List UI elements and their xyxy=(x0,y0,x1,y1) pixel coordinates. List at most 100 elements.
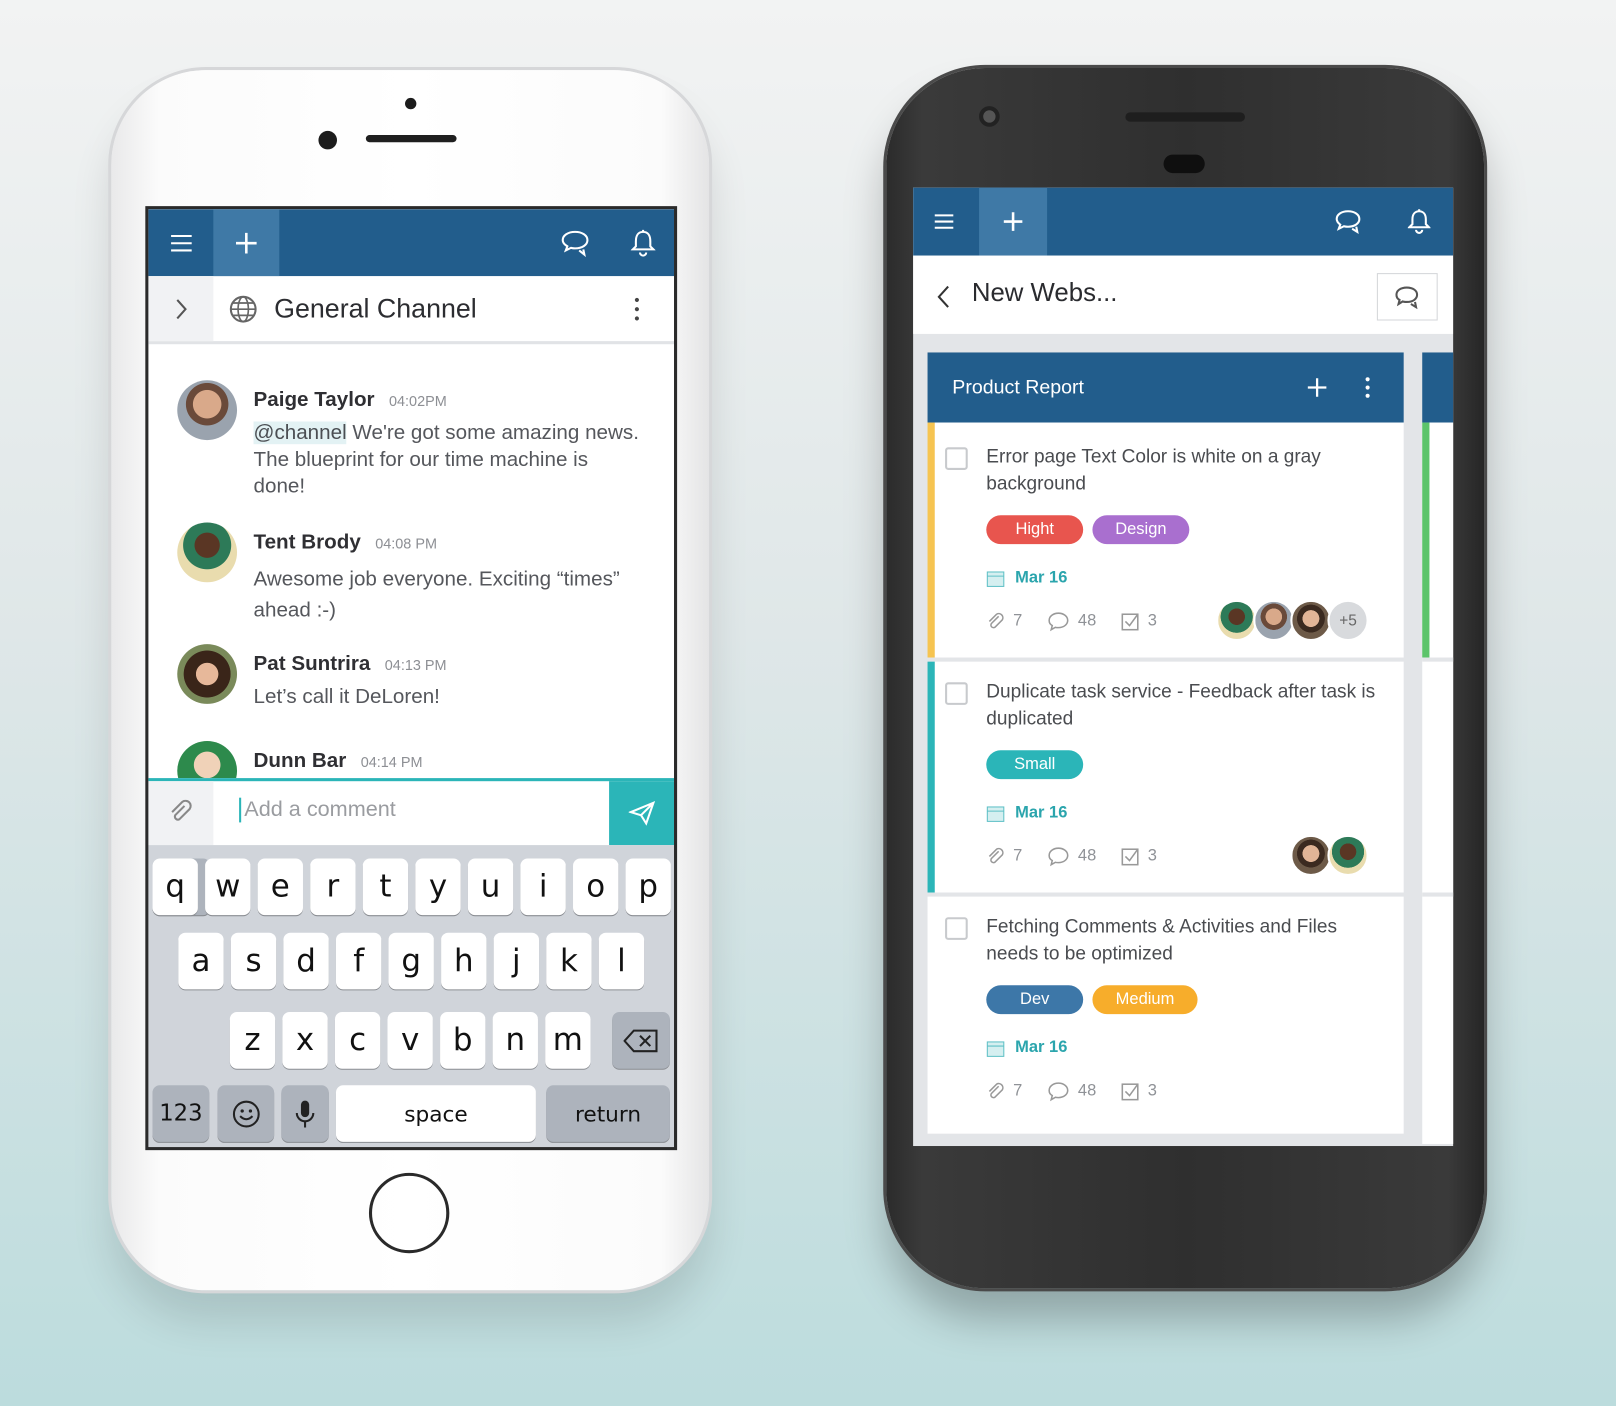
task-title: Fetching Comments & Activities and Files… xyxy=(986,915,1338,964)
task-card[interactable]: Duplicate task service - Feedback after … xyxy=(927,661,1404,893)
key-o[interactable]: o xyxy=(573,858,619,916)
key-m[interactable]: m xyxy=(545,1012,591,1069)
task-card[interactable]: Error page Text Color is white on a gray… xyxy=(927,422,1404,658)
calendar-icon xyxy=(986,571,1005,587)
delete-key[interactable] xyxy=(612,1012,670,1069)
send-button[interactable] xyxy=(609,781,675,846)
attachment-count: 7 xyxy=(1013,847,1023,865)
key-t[interactable]: t xyxy=(362,858,409,916)
key-u[interactable]: u xyxy=(467,858,514,916)
comment-icon xyxy=(1048,612,1069,632)
assignee-avatar[interactable] xyxy=(1216,599,1258,642)
channel-more-button[interactable] xyxy=(627,295,648,324)
sender-name[interactable]: Pat Suntrira xyxy=(254,652,371,675)
assignee-avatar[interactable] xyxy=(1290,599,1332,642)
avatar xyxy=(177,644,238,704)
attach-button[interactable] xyxy=(148,781,214,846)
task-checkbox[interactable] xyxy=(945,917,968,940)
subtask-count: 3 xyxy=(1147,612,1157,630)
chat-button[interactable] xyxy=(550,209,602,276)
key-h[interactable]: h xyxy=(441,932,487,990)
subtask-count: 3 xyxy=(1147,1082,1157,1100)
key-i[interactable]: i xyxy=(520,858,566,916)
iphone-sensor xyxy=(405,97,417,110)
assignee-avatar[interactable] xyxy=(1327,834,1369,877)
return-key[interactable]: return xyxy=(546,1085,670,1142)
comment-count: 48 xyxy=(1077,612,1097,630)
key-n[interactable]: n xyxy=(492,1012,538,1069)
avatar xyxy=(177,522,238,583)
key-z[interactable]: z xyxy=(229,1012,276,1069)
android-speaker xyxy=(1125,112,1245,122)
add-card-icon[interactable] xyxy=(1307,377,1328,398)
sender-name[interactable]: Dunn Bar xyxy=(254,749,347,772)
message-time: 04:08 PM xyxy=(375,534,437,552)
sender-name[interactable]: Tent Brody xyxy=(254,531,361,554)
key-f[interactable]: f xyxy=(335,932,382,990)
column-more-button[interactable] xyxy=(1365,377,1371,398)
due-date: Mar 16 xyxy=(1015,568,1068,587)
column-header: Product Report xyxy=(927,352,1404,423)
add-button[interactable] xyxy=(979,187,1048,256)
task-card[interactable]: Fetching Comments & Activities and Files… xyxy=(927,896,1404,1134)
assignee-avatar[interactable] xyxy=(1290,834,1332,877)
key-d[interactable]: d xyxy=(283,932,329,990)
assignee-avatar[interactable] xyxy=(1253,599,1295,642)
channel-mention[interactable]: @channel xyxy=(253,421,347,445)
key-b[interactable]: b xyxy=(440,1012,486,1069)
key-k[interactable]: k xyxy=(546,932,592,990)
key-w[interactable]: w xyxy=(205,858,251,916)
menu-button[interactable] xyxy=(913,188,975,256)
iphone-camera xyxy=(318,130,338,150)
add-button[interactable] xyxy=(213,209,280,277)
key-j[interactable]: j xyxy=(493,932,540,990)
message-time: 04:02PM xyxy=(389,392,447,410)
key-v[interactable]: v xyxy=(387,1012,433,1069)
priority-stripe xyxy=(927,661,935,893)
key-s[interactable]: s xyxy=(230,932,277,990)
key-y[interactable]: y xyxy=(415,858,461,916)
notifications-button[interactable] xyxy=(617,209,669,276)
channel-header: General Channel xyxy=(148,276,675,345)
hamburger-icon xyxy=(170,234,192,251)
tag: Dev xyxy=(986,985,1084,1015)
paperclip-icon xyxy=(988,612,1004,629)
key-a[interactable]: a xyxy=(178,932,224,990)
home-button[interactable] xyxy=(368,1172,450,1254)
message-list: Paige Taylor 04:02PM @channel We're got s… xyxy=(148,347,674,779)
key-q[interactable]: q xyxy=(152,858,198,916)
key-p[interactable]: p xyxy=(625,858,671,916)
priority-stripe xyxy=(927,422,935,658)
menu-button[interactable] xyxy=(148,209,213,276)
sender-name[interactable]: Paige Taylor xyxy=(254,389,375,412)
message-time: 04:13 PM xyxy=(384,656,447,673)
comment-input[interactable]: Add a comment xyxy=(239,797,396,823)
dictation-key[interactable] xyxy=(281,1085,329,1142)
back-chevron-icon[interactable] xyxy=(936,284,950,309)
project-chat-button[interactable] xyxy=(1376,273,1438,321)
paperclip-icon xyxy=(988,1082,1004,1099)
task-checkbox[interactable] xyxy=(945,682,968,705)
channel-title: General Channel xyxy=(274,292,477,324)
task-checkbox[interactable] xyxy=(945,447,968,470)
key-e[interactable]: e xyxy=(257,858,303,916)
calendar-icon xyxy=(986,806,1005,822)
project-header: New Webs... xyxy=(913,255,1454,334)
emoji-key[interactable] xyxy=(217,1085,275,1142)
calendar-icon xyxy=(986,1041,1005,1057)
expand-sidebar-button[interactable] xyxy=(148,276,214,342)
more-assignees-badge[interactable]: +5 xyxy=(1327,599,1369,642)
space-key[interactable]: space xyxy=(335,1085,536,1142)
tag: Hight xyxy=(986,515,1084,545)
task-title: Error page Text Color is white on a gray… xyxy=(986,445,1321,494)
next-column-header[interactable] xyxy=(1422,352,1454,423)
key-g[interactable]: g xyxy=(388,932,434,990)
key-x[interactable]: x xyxy=(282,1012,328,1069)
next-column[interactable] xyxy=(1422,422,1454,1144)
key-r[interactable]: r xyxy=(310,858,356,916)
key-l[interactable]: l xyxy=(598,932,645,990)
numbers-key[interactable]: 123 xyxy=(152,1085,210,1142)
notifications-button[interactable] xyxy=(1393,188,1445,256)
key-c[interactable]: c xyxy=(334,1012,381,1069)
chat-button[interactable] xyxy=(1323,188,1375,256)
